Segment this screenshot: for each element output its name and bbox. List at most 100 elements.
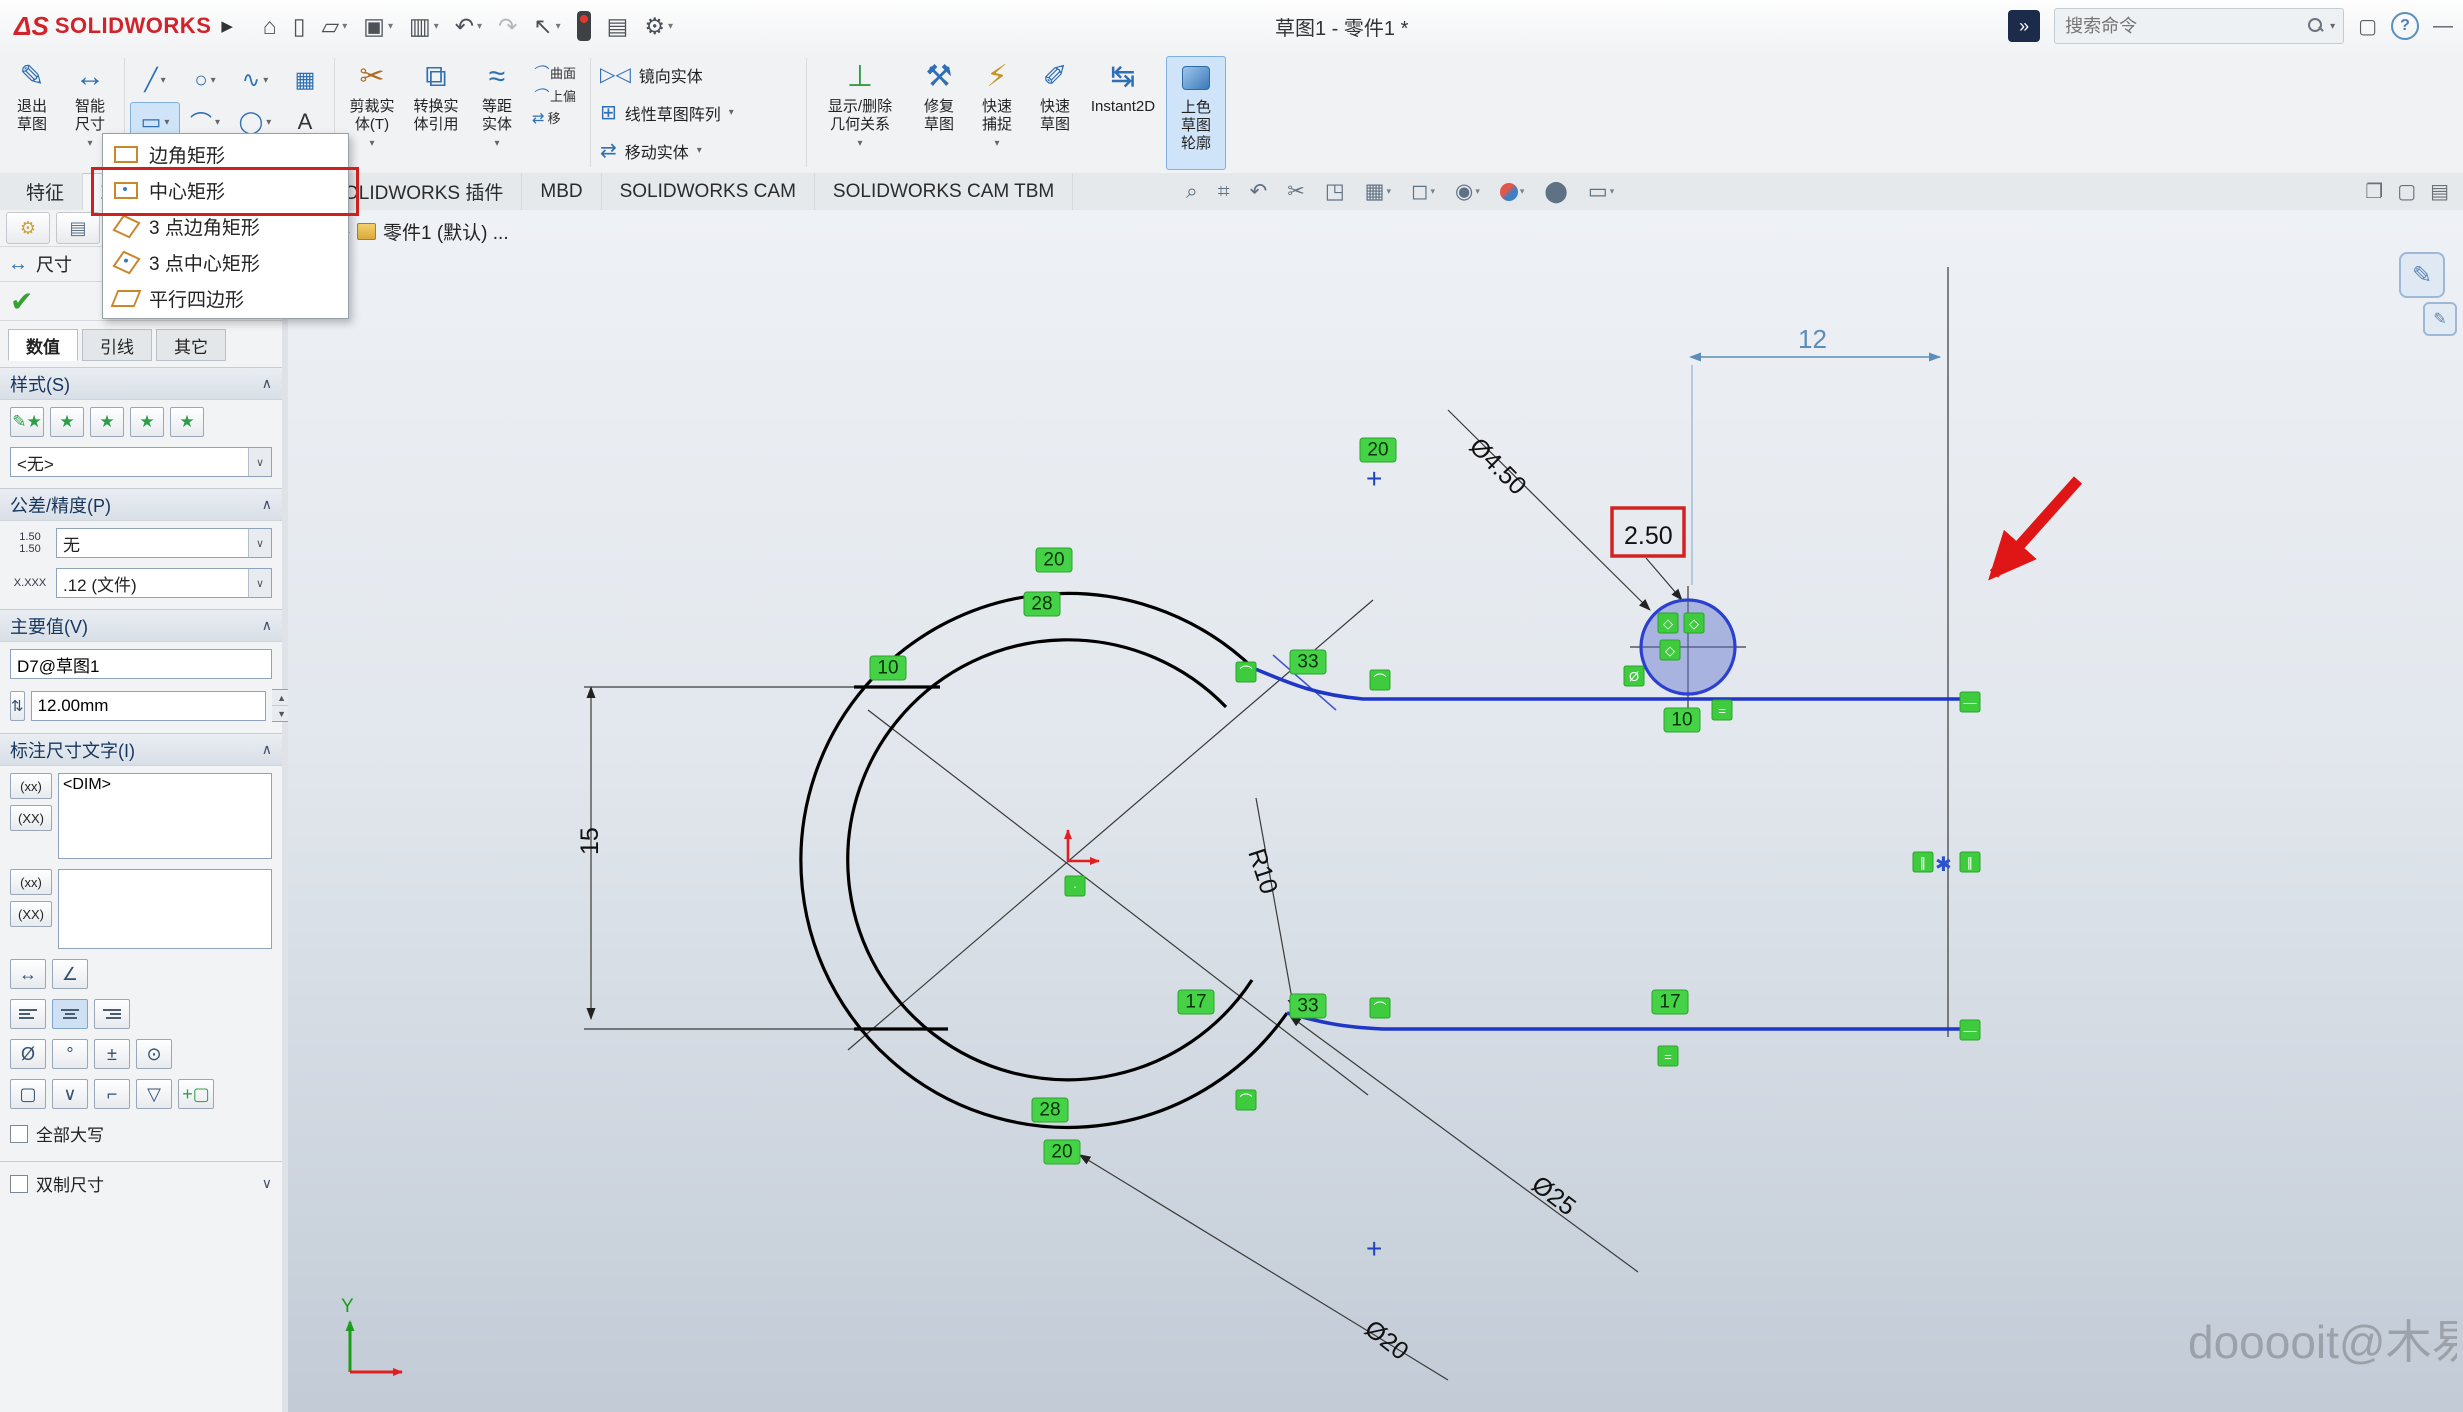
chevron-down-icon[interactable]: ▾: [729, 107, 734, 118]
open-button[interactable]: ▱▾: [322, 13, 348, 40]
split-view-icon[interactable]: ▤: [2430, 179, 2449, 204]
chevron-down-icon[interactable]: ▾: [263, 75, 268, 86]
tile-windows-icon[interactable]: ▢: [2397, 179, 2416, 204]
expand-icon[interactable]: ∨: [262, 1175, 272, 1192]
construction-line[interactable]: [868, 710, 1368, 1095]
confirm-sketch-icon[interactable]: ✎: [2399, 252, 2445, 298]
dim-chip[interactable]: 33: [1290, 650, 1326, 674]
justify-center-button[interactable]: [52, 999, 88, 1029]
configuration-tab[interactable]: ▤: [56, 212, 100, 244]
print-button[interactable]: ▥▾: [409, 13, 439, 40]
dim-chip[interactable]: 20: [1044, 1140, 1080, 1164]
collapse-icon[interactable]: ∧: [262, 375, 272, 392]
menu-item-3point-corner-rectangle[interactable]: 3 点边角矩形: [103, 208, 348, 244]
dim-chip[interactable]: 20: [1360, 438, 1396, 462]
tab-features[interactable]: 特征: [8, 173, 83, 210]
dimension-text-area[interactable]: <DIM>: [58, 773, 272, 859]
select-tool-button[interactable]: ↖▾: [533, 13, 560, 40]
relation-badge[interactable]: —: [1960, 1020, 1980, 1040]
lowercase-token-button-2[interactable]: (xx): [10, 869, 52, 895]
file-properties-button[interactable]: ▤: [607, 13, 629, 40]
zoom-fit-icon[interactable]: ⌕: [1186, 180, 1198, 204]
tab-cam-tbm[interactable]: SOLIDWORKS CAM TBM: [815, 173, 1073, 210]
reverse-direction-button[interactable]: ⇅: [10, 691, 25, 721]
chevron-down-icon[interactable]: ▾: [164, 117, 169, 128]
tab-leaders[interactable]: 引线: [82, 329, 152, 361]
dim-chip[interactable]: 10: [870, 656, 906, 680]
search-icon[interactable]: [2308, 18, 2324, 34]
diameter-symbol-button[interactable]: Ø: [10, 1039, 46, 1069]
dimension-name-field[interactable]: [10, 649, 272, 679]
dimension-text-section-header[interactable]: 标注尺寸文字(I) ∧: [0, 733, 282, 766]
command-search[interactable]: ▾: [2054, 8, 2344, 44]
dimension-value-field[interactable]: [31, 691, 266, 721]
view-orientation-icon[interactable]: ▦▾: [1365, 179, 1391, 204]
profile-line-top[interactable]: [1253, 668, 1964, 699]
basic-dimension-button[interactable]: ▽: [136, 1079, 172, 1109]
tab-cam[interactable]: SOLIDWORKS CAM: [602, 173, 815, 210]
degree-symbol-button[interactable]: °: [52, 1039, 88, 1069]
cancel-sketch-icon[interactable]: ✎: [2423, 302, 2457, 336]
collapse-icon[interactable]: ∧: [262, 741, 272, 758]
precision-dropdown[interactable]: .12 (文件) ∨: [56, 568, 272, 598]
chevron-down-icon[interactable]: ▾: [369, 135, 374, 153]
dim-diameter-450[interactable]: Ø4.50: [1464, 432, 1532, 500]
add-style-button[interactable]: ★: [50, 407, 84, 437]
3dexperience-icon[interactable]: »: [2008, 10, 2040, 42]
style-dropdown[interactable]: <无> ∨: [10, 447, 272, 477]
edit-appearance-icon[interactable]: ▾: [1500, 183, 1525, 201]
display-style-icon[interactable]: ◻▾: [1411, 179, 1435, 204]
dual-dimension-checkbox[interactable]: [10, 1175, 28, 1193]
dim-diameter-25[interactable]: Ø25: [1526, 1170, 1581, 1221]
offset-entities-button[interactable]: ≈ 等距 实体 ▾: [470, 56, 524, 168]
undo-button[interactable]: ↶▾: [455, 13, 482, 40]
save-style-button[interactable]: ★: [130, 407, 164, 437]
chevron-down-icon[interactable]: ▾: [211, 75, 216, 86]
relation-badge[interactable]: ·: [1065, 876, 1085, 896]
sketch-point-icon[interactable]: +: [1366, 1233, 1382, 1264]
collapse-icon[interactable]: ∧: [262, 496, 272, 513]
dim-chip[interactable]: 28: [1024, 592, 1060, 616]
zoom-area-icon[interactable]: ⌗: [1218, 180, 1230, 204]
justify-right-button[interactable]: [94, 999, 130, 1029]
line-tool-button[interactable]: ╱▾: [130, 60, 180, 100]
repair-sketch-button[interactable]: ⚒ 修复 草图: [912, 56, 966, 168]
relation-badge[interactable]: =: [1658, 1046, 1678, 1066]
dim-15[interactable]: 15: [576, 827, 604, 855]
relation-badge[interactable]: ◇: [1684, 613, 1704, 633]
minimize-button[interactable]: —: [2433, 15, 2453, 38]
relation-badge[interactable]: —: [1960, 692, 1980, 712]
spline-tool-button[interactable]: ∿▾: [230, 60, 280, 100]
lowercase-token-button[interactable]: (xx): [10, 773, 52, 799]
surface-offset-button[interactable]: ⌒曲面: [532, 62, 576, 83]
menu-item-parallelogram[interactable]: 平行四边形: [103, 280, 348, 316]
search-input[interactable]: [2063, 15, 2302, 38]
tolerance-dropdown[interactable]: 无 ∨: [56, 528, 272, 558]
dim-12[interactable]: 12: [1798, 324, 1827, 354]
mirror-entities-button[interactable]: ▷◁ 镜向实体: [600, 62, 703, 87]
feature-tree-flyout[interactable]: ▶ 零件1 (默认) ...: [340, 218, 509, 245]
cascade-windows-icon[interactable]: ❐: [2365, 179, 2383, 204]
feature-tree-root[interactable]: 零件1 (默认) ...: [383, 218, 509, 245]
origin-marker[interactable]: [1068, 830, 1099, 861]
quick-snaps-button[interactable]: ⚡ 快速 捕捉 ▾: [970, 56, 1024, 168]
chevron-down-icon[interactable]: ▾: [994, 135, 999, 153]
circle-tool-button[interactable]: ○▾: [180, 60, 230, 100]
justify-left-button[interactable]: [10, 999, 46, 1029]
quick-sketch-button[interactable]: ✐ 快速 草图: [1028, 56, 1082, 168]
chevron-down-icon[interactable]: ▾: [266, 117, 271, 128]
ok-button[interactable]: ✔: [10, 285, 33, 318]
brand-expand-icon[interactable]: ▶: [221, 17, 233, 35]
more-symbols-button[interactable]: ⊙: [136, 1039, 172, 1069]
help-button[interactable]: ?: [2391, 12, 2419, 40]
previous-view-icon[interactable]: ↶: [1250, 179, 1268, 204]
primary-value-section-header[interactable]: 主要值(V) ∧: [0, 609, 282, 642]
relation-badge[interactable]: ◇: [1658, 613, 1678, 633]
add-parenthesis-button[interactable]: +▢: [178, 1079, 214, 1109]
plus-minus-symbol-button[interactable]: ±: [94, 1039, 130, 1069]
tab-value[interactable]: 数值: [8, 329, 78, 361]
uppercase-token-button[interactable]: (XX): [10, 805, 52, 831]
horizontal-text-button[interactable]: ↔: [10, 959, 46, 989]
relation-badge[interactable]: ⌒: [1370, 670, 1390, 690]
relation-badge[interactable]: ∥: [1913, 852, 1933, 872]
